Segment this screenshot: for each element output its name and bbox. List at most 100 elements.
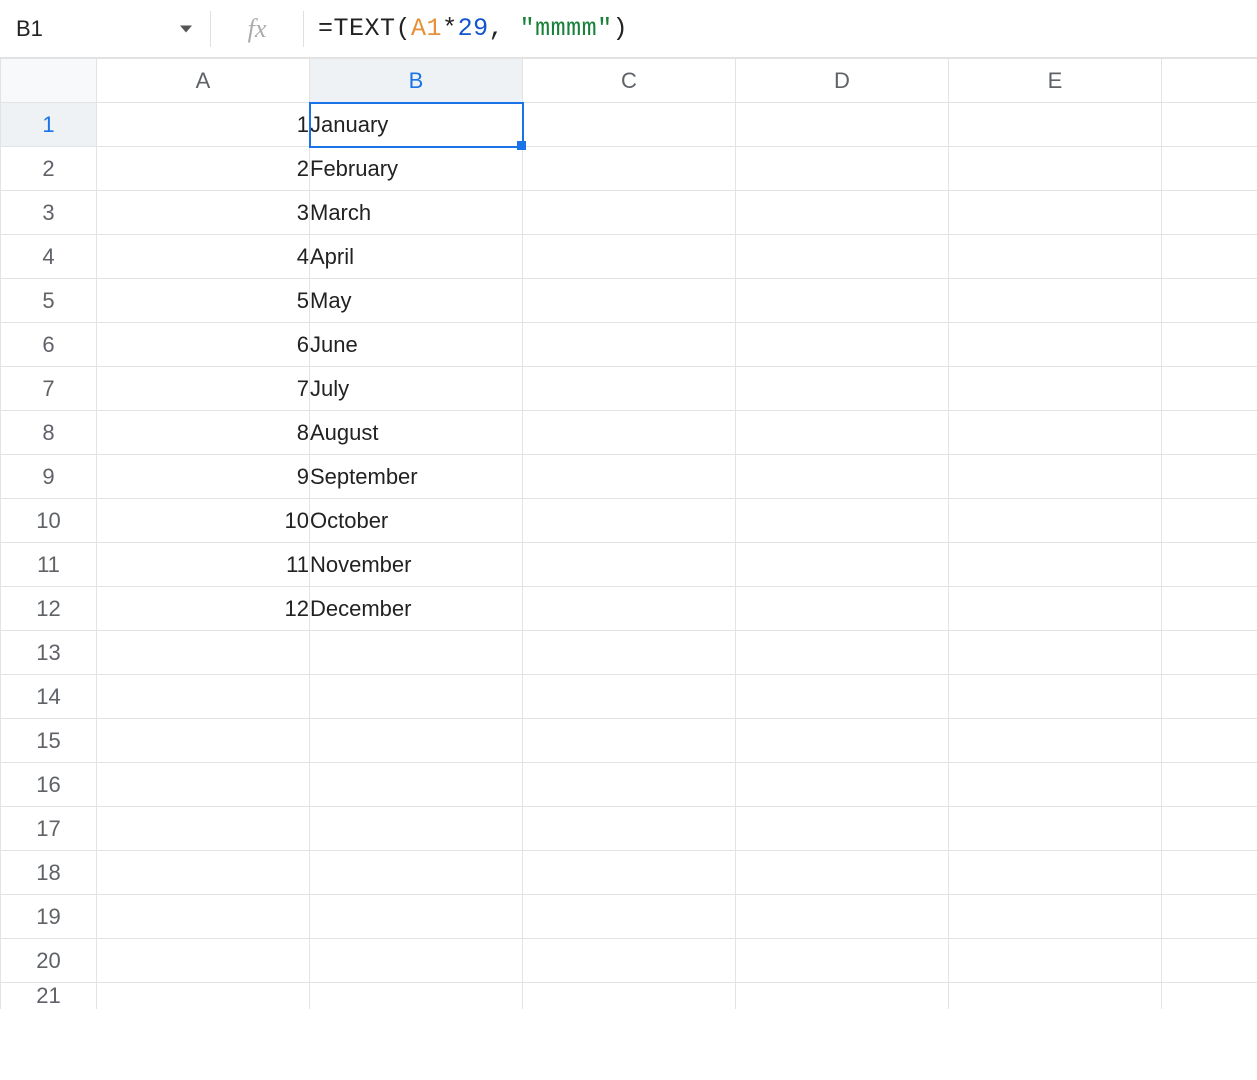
cell-A21[interactable]	[97, 983, 310, 1010]
cell-C6[interactable]	[523, 323, 736, 367]
cell-B5[interactable]: May	[310, 279, 523, 323]
cell-E8[interactable]	[949, 411, 1162, 455]
cell-B7[interactable]: July	[310, 367, 523, 411]
cell-E7[interactable]	[949, 367, 1162, 411]
cell-A3[interactable]: 3	[97, 191, 310, 235]
cell-D4[interactable]	[736, 235, 949, 279]
cell-F4[interactable]	[1162, 235, 1257, 279]
column-header-E[interactable]: E	[949, 59, 1162, 103]
select-all-corner[interactable]	[1, 59, 97, 103]
row-header-16[interactable]: 16	[1, 763, 97, 807]
cell-B10[interactable]: October	[310, 499, 523, 543]
cell-E20[interactable]	[949, 939, 1162, 983]
cell-E11[interactable]	[949, 543, 1162, 587]
name-box-dropdown-icon[interactable]	[180, 25, 192, 32]
row-header-12[interactable]: 12	[1, 587, 97, 631]
cell-A17[interactable]	[97, 807, 310, 851]
cell-C9[interactable]	[523, 455, 736, 499]
cell-A6[interactable]: 6	[97, 323, 310, 367]
cell-F17[interactable]	[1162, 807, 1257, 851]
cell-A11[interactable]: 11	[97, 543, 310, 587]
cell-D9[interactable]	[736, 455, 949, 499]
cell-A15[interactable]	[97, 719, 310, 763]
column-header-A[interactable]: A	[97, 59, 310, 103]
cell-E2[interactable]	[949, 147, 1162, 191]
cell-E3[interactable]	[949, 191, 1162, 235]
cell-E12[interactable]	[949, 587, 1162, 631]
row-header-18[interactable]: 18	[1, 851, 97, 895]
cell-B6[interactable]: June	[310, 323, 523, 367]
cell-F3[interactable]	[1162, 191, 1257, 235]
cell-D21[interactable]	[736, 983, 949, 1010]
row-header-6[interactable]: 6	[1, 323, 97, 367]
column-header-D[interactable]: D	[736, 59, 949, 103]
cell-B14[interactable]	[310, 675, 523, 719]
cell-A4[interactable]: 4	[97, 235, 310, 279]
cell-A8[interactable]: 8	[97, 411, 310, 455]
cell-E21[interactable]	[949, 983, 1162, 1010]
column-header-B[interactable]: B	[310, 59, 523, 103]
cell-A16[interactable]	[97, 763, 310, 807]
cell-D15[interactable]	[736, 719, 949, 763]
cell-B17[interactable]	[310, 807, 523, 851]
row-header-7[interactable]: 7	[1, 367, 97, 411]
cell-B19[interactable]	[310, 895, 523, 939]
cell-C12[interactable]	[523, 587, 736, 631]
row-header-1[interactable]: 1	[1, 103, 97, 147]
cell-C21[interactable]	[523, 983, 736, 1010]
cell-C20[interactable]	[523, 939, 736, 983]
cell-B4[interactable]: April	[310, 235, 523, 279]
row-header-9[interactable]: 9	[1, 455, 97, 499]
cell-D12[interactable]	[736, 587, 949, 631]
cell-E6[interactable]	[949, 323, 1162, 367]
cell-D14[interactable]	[736, 675, 949, 719]
formula-input[interactable]: =TEXT(A1*29, "mmmm")	[304, 0, 1257, 57]
cell-B18[interactable]	[310, 851, 523, 895]
cell-E15[interactable]	[949, 719, 1162, 763]
cell-B12[interactable]: December	[310, 587, 523, 631]
name-box[interactable]: B1	[0, 0, 210, 57]
cell-D10[interactable]	[736, 499, 949, 543]
row-header-11[interactable]: 11	[1, 543, 97, 587]
cell-F1[interactable]	[1162, 103, 1257, 147]
cell-E5[interactable]	[949, 279, 1162, 323]
cell-B20[interactable]	[310, 939, 523, 983]
cell-E4[interactable]	[949, 235, 1162, 279]
fx-icon[interactable]: fx	[211, 14, 303, 44]
cell-C4[interactable]	[523, 235, 736, 279]
row-header-10[interactable]: 10	[1, 499, 97, 543]
cell-C15[interactable]	[523, 719, 736, 763]
cell-D17[interactable]	[736, 807, 949, 851]
cell-D20[interactable]	[736, 939, 949, 983]
cell-C17[interactable]	[523, 807, 736, 851]
cell-F14[interactable]	[1162, 675, 1257, 719]
cell-B15[interactable]	[310, 719, 523, 763]
row-header-8[interactable]: 8	[1, 411, 97, 455]
cell-F10[interactable]	[1162, 499, 1257, 543]
cell-F13[interactable]	[1162, 631, 1257, 675]
cell-E9[interactable]	[949, 455, 1162, 499]
cell-F11[interactable]	[1162, 543, 1257, 587]
cell-C16[interactable]	[523, 763, 736, 807]
row-header-2[interactable]: 2	[1, 147, 97, 191]
cell-D2[interactable]	[736, 147, 949, 191]
cell-B21[interactable]	[310, 983, 523, 1010]
row-header-20[interactable]: 20	[1, 939, 97, 983]
cell-F16[interactable]	[1162, 763, 1257, 807]
cell-F9[interactable]	[1162, 455, 1257, 499]
cell-A7[interactable]: 7	[97, 367, 310, 411]
cell-C13[interactable]	[523, 631, 736, 675]
cell-E17[interactable]	[949, 807, 1162, 851]
cell-D11[interactable]	[736, 543, 949, 587]
row-header-5[interactable]: 5	[1, 279, 97, 323]
cell-D16[interactable]	[736, 763, 949, 807]
cell-E19[interactable]	[949, 895, 1162, 939]
column-header-partial[interactable]	[1162, 59, 1257, 103]
cell-C7[interactable]	[523, 367, 736, 411]
cell-F8[interactable]	[1162, 411, 1257, 455]
column-header-C[interactable]: C	[523, 59, 736, 103]
row-header-3[interactable]: 3	[1, 191, 97, 235]
cell-E16[interactable]	[949, 763, 1162, 807]
row-header-19[interactable]: 19	[1, 895, 97, 939]
cell-C5[interactable]	[523, 279, 736, 323]
